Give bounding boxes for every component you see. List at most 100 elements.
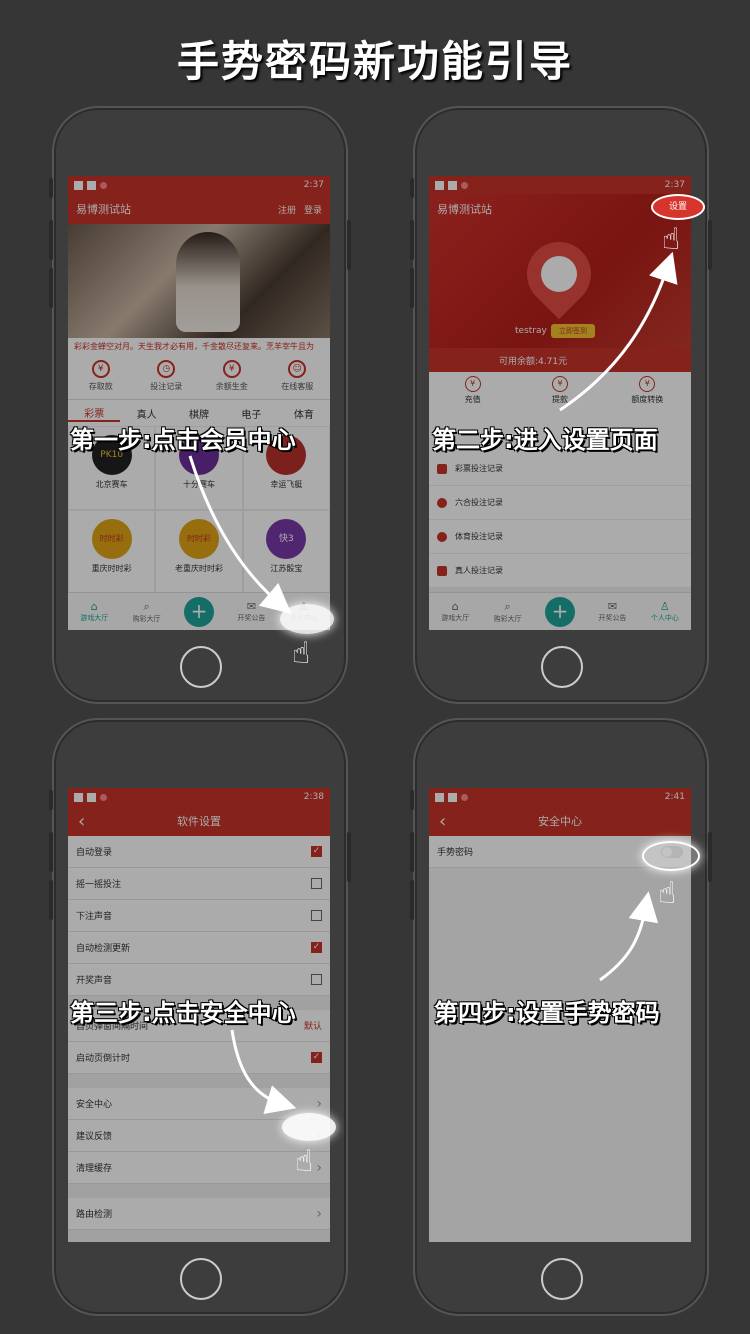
tab-plus[interactable]: +: [534, 596, 586, 627]
game-logo: 时时彩: [178, 519, 219, 559]
deposit-button[interactable]: ¥ 存取款: [68, 354, 134, 399]
app-bar: ‹ 软件设置: [68, 806, 330, 836]
tab-live[interactable]: 真人: [120, 406, 172, 421]
record-icon: [437, 497, 447, 508]
step3-label: 第三步:点击安全中心: [70, 999, 296, 1027]
status-time: 2:37: [664, 180, 685, 190]
banner-image[interactable]: [68, 224, 330, 338]
checkbox[interactable]: [311, 974, 322, 985]
withdraw-button[interactable]: ¥ 提款: [516, 372, 603, 412]
list-item[interactable]: 体育投注记录: [429, 520, 691, 554]
list-item[interactable]: 真人投注记录: [429, 554, 691, 588]
game-item[interactable]: 时时彩 老重庆时时彩: [155, 510, 243, 594]
balance-text: 可用余额:4.71元: [429, 348, 691, 372]
screen-member: 2:37 易博测试站 testray 立即签到 可用余额:4.71元 ¥ 充值 ¥…: [429, 176, 691, 630]
back-icon[interactable]: ‹: [78, 811, 85, 832]
home-button[interactable]: [180, 1258, 222, 1300]
hand-pointer-icon: ☝: [662, 222, 681, 257]
back-icon[interactable]: ‹: [439, 811, 446, 832]
hand-pointer-icon: ☝: [292, 636, 311, 671]
tab-game-hall[interactable]: ⌂ 游戏大厅: [429, 600, 481, 623]
setting-shake-bet[interactable]: 摇一摇投注: [68, 868, 330, 900]
screen-home: 2:37 易博测试站 注册 登录 彩彩金蝉空对月。天生我才必有用，千金散尽还复来…: [68, 176, 330, 630]
app-bar: ‹ 安全中心: [429, 806, 691, 836]
tab-member-center[interactable]: ♙个人中心: [639, 600, 691, 623]
home-button[interactable]: [180, 646, 222, 688]
tab-lottery[interactable]: 彩票: [68, 405, 121, 422]
step1-label: 第一步:点击会员中心: [70, 426, 296, 454]
status-time: 2:41: [664, 792, 685, 802]
tab-sports[interactable]: 体育: [278, 406, 330, 421]
yen-icon: ¥: [464, 376, 481, 392]
home-button[interactable]: [541, 1258, 583, 1300]
search-icon: ⌕: [504, 599, 511, 613]
marquee-notice[interactable]: 彩彩金蝉空对月。天生我才必有用，千金散尽还复来。烹羊宰牛且为: [68, 338, 330, 354]
list-item[interactable]: 六合投注记录: [429, 486, 691, 520]
status-time: 2:37: [303, 180, 324, 190]
online-service-button[interactable]: ☺ 在线客服: [265, 354, 331, 399]
search-icon: ⌕: [143, 599, 150, 613]
plus-icon: +: [545, 596, 576, 627]
highlight-settings-button[interactable]: 设置: [651, 194, 705, 220]
status-bar: 2:41: [429, 788, 691, 806]
tab-plus[interactable]: +: [173, 596, 225, 627]
clock-icon: ◷: [157, 360, 176, 378]
tab-game-hall[interactable]: ⌂ 游戏大厅: [68, 600, 120, 623]
mail-icon: ✉: [607, 600, 618, 613]
app-bar: 易博测试站 注册 登录: [68, 194, 330, 224]
tab-buy-hall[interactable]: ⌕ 购彩大厅: [120, 600, 172, 624]
highlight-security-center: [282, 1113, 336, 1141]
yen-icon: ¥: [551, 376, 568, 392]
game-logo: 快3: [266, 519, 307, 559]
tab-electronic[interactable]: 电子: [225, 406, 277, 421]
status-bar: 2:37: [429, 176, 691, 194]
app-title: 易博测试站: [76, 203, 131, 216]
support-icon: ☺: [288, 360, 307, 378]
recharge-button[interactable]: ¥ 充值: [429, 372, 516, 412]
checkbox-checked[interactable]: ✓: [311, 1052, 322, 1063]
bottom-tab-bar: ⌂游戏大厅 ⌕购彩大厅 + ✉开奖公告 ♙个人中心: [429, 592, 691, 630]
home-icon: ⌂: [90, 600, 98, 613]
popup-interval-value: 默认: [303, 1022, 322, 1032]
route-check-link[interactable]: 路由检测 ›: [68, 1198, 330, 1230]
setting-splash-countdown[interactable]: 启动页倒计时 ✓: [68, 1042, 330, 1074]
quick-actions: ¥ 存取款 ◷ 投注记录 ¥ 余额生金 ☺ 在线客服: [68, 354, 330, 400]
step4-label: 第四步:设置手势密码: [434, 999, 660, 1027]
balance-interest-button[interactable]: ¥ 余额生金: [199, 354, 265, 399]
checkbox-checked[interactable]: ✓: [311, 942, 322, 953]
avatar[interactable]: [513, 228, 605, 320]
tab-buy-hall[interactable]: ⌕ 购彩大厅: [481, 600, 533, 624]
setting-auto-update[interactable]: 自动检测更新 ✓: [68, 932, 330, 964]
username: testray: [515, 326, 547, 336]
signin-button[interactable]: 立即签到: [551, 324, 595, 338]
hand-pointer-icon: ☝: [295, 1144, 314, 1179]
bet-record-button[interactable]: ◷ 投注记录: [134, 354, 200, 399]
record-icon: [437, 565, 447, 576]
chevron-right-icon: ›: [316, 1159, 322, 1176]
transfer-button[interactable]: ¥ 额度转换: [604, 372, 691, 412]
checkbox[interactable]: [311, 910, 322, 921]
checkbox[interactable]: [311, 878, 322, 889]
game-item[interactable]: 时时彩 重庆时时彩: [68, 510, 156, 594]
setting-bet-sound[interactable]: 下注声音: [68, 900, 330, 932]
login-link[interactable]: 登录: [304, 203, 322, 216]
home-button[interactable]: [541, 646, 583, 688]
tab-chess[interactable]: 棋牌: [173, 406, 225, 421]
status-bar: 2:37: [68, 176, 330, 194]
checkbox-checked[interactable]: ✓: [311, 846, 322, 857]
page-title: 软件设置: [177, 815, 221, 828]
tab-notice[interactable]: ✉ 开奖公告: [225, 600, 277, 623]
game-item[interactable]: 快3 江苏骰宝: [242, 510, 330, 594]
list-item[interactable]: 彩票投注记录: [429, 452, 691, 486]
status-time: 2:38: [303, 792, 324, 802]
chevron-right-icon: ›: [316, 1205, 322, 1222]
clear-cache-link[interactable]: 清理缓存 ›: [68, 1152, 330, 1184]
highlight-member-center: [280, 604, 334, 634]
setting-auto-login[interactable]: 自动登录 ✓: [68, 836, 330, 868]
tab-notice[interactable]: ✉ 开奖公告: [586, 600, 638, 623]
security-center-link[interactable]: 安全中心 ›: [68, 1088, 330, 1120]
guide-title: 手势密码新功能引导: [176, 37, 573, 86]
register-link[interactable]: 注册: [278, 203, 296, 216]
record-icon: [437, 463, 447, 474]
setting-draw-sound[interactable]: 开奖声音: [68, 964, 330, 996]
